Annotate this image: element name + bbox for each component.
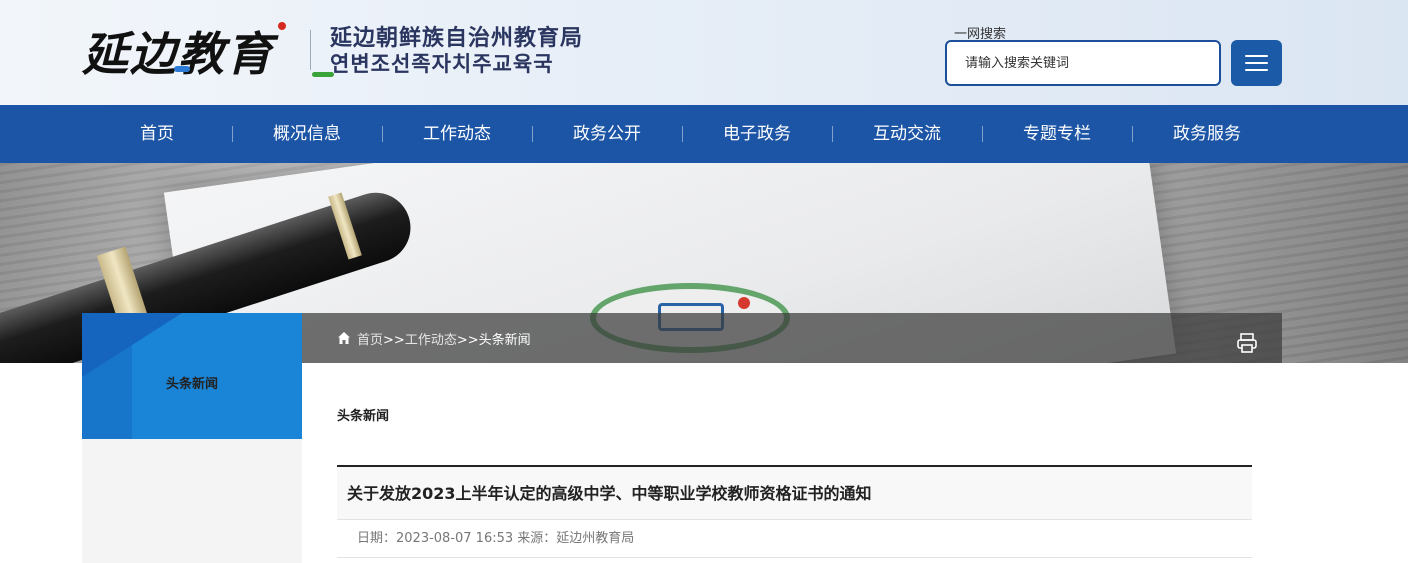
logo-name-korean: 연변조선족자치주교육국 <box>330 52 554 76</box>
nav-item-home[interactable]: 首页 <box>82 105 232 163</box>
article-meta: 日期：2023-08-07 16:53 来源：延边州教育局 <box>337 520 1252 558</box>
breadcrumb-work-news[interactable]: 工作动态 <box>405 333 457 348</box>
main-nav: 首页 概况信息 工作动态 政务公开 电子政务 互动交流 专题专栏 政务服务 <box>0 105 1408 163</box>
logo-calligraphy: 延边教育 <box>82 27 274 81</box>
search-box[interactable] <box>945 40 1221 86</box>
breadcrumb: 首页>>工作动态>>头条新闻 <box>302 313 1282 363</box>
search-input[interactable] <box>965 55 1205 71</box>
nav-item-services[interactable]: 政务服务 <box>1132 105 1282 163</box>
hamburger-menu-icon[interactable] <box>1231 40 1282 86</box>
section-title: 头条新闻 <box>337 409 390 424</box>
sidebar-header: 头条新闻 <box>82 313 302 439</box>
print-icon[interactable] <box>1236 332 1258 354</box>
logo-divider <box>310 30 311 70</box>
breadcrumb-current: 头条新闻 <box>478 333 531 348</box>
breadcrumb-separator: >> <box>383 333 405 348</box>
home-icon[interactable] <box>337 331 351 345</box>
nav-item-gov-affairs[interactable]: 政务公开 <box>532 105 682 163</box>
breadcrumb-home[interactable]: 首页 <box>357 333 383 348</box>
sidebar-title[interactable]: 头条新闻 <box>82 373 302 392</box>
nav-item-topics[interactable]: 专题专栏 <box>982 105 1132 163</box>
nav-item-overview[interactable]: 概况信息 <box>232 105 382 163</box>
site-header: 延边教育 延边朝鲜族自治州教育局 연변조선족자치주교육국 一网搜索 <box>0 0 1408 105</box>
site-logo[interactable]: 延边教育 延边朝鲜族自治州教育局 연변조선족자치주교육국 <box>82 14 602 81</box>
sidebar: 头条新闻 <box>82 313 302 563</box>
nav-item-work-news[interactable]: 工作动态 <box>382 105 532 163</box>
article-title[interactable]: 关于发放2023上半年认定的高级中学、中等职业学校教师资格证书的通知 <box>337 467 1252 520</box>
nav-item-interaction[interactable]: 互动交流 <box>832 105 982 163</box>
breadcrumb-separator: >> <box>456 333 479 348</box>
logo-accent-red <box>278 22 286 30</box>
nav-item-e-gov[interactable]: 电子政务 <box>682 105 832 163</box>
article-list-item: 关于发放2023上半年认定的高级中学、中等职业学校教师资格证书的通知 日期：20… <box>337 465 1252 558</box>
logo-accent-blue <box>174 66 190 72</box>
